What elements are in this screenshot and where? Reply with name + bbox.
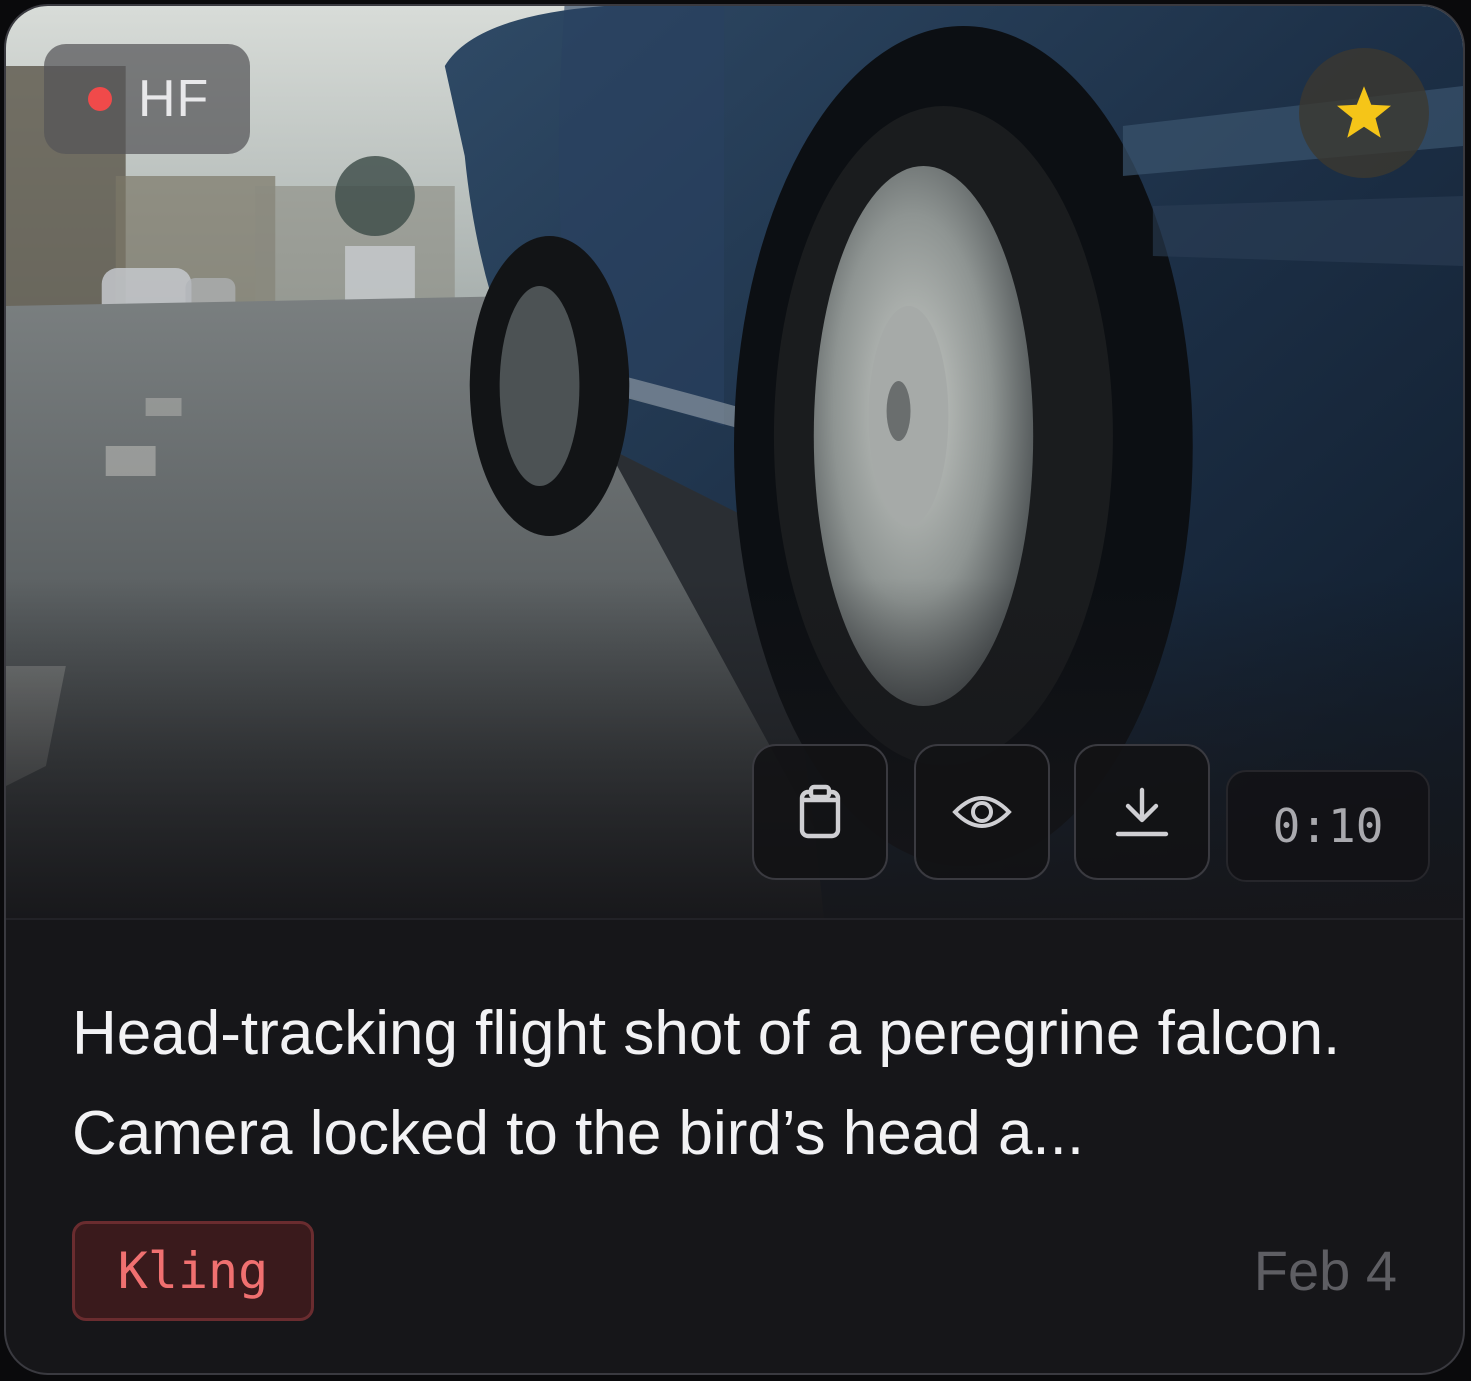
video-card[interactable]: HF 0:10 Head-tracking flight shot of a p… — [4, 4, 1465, 1375]
prompt-text: Head-tracking flight shot of a peregrine… — [72, 999, 1341, 1168]
copy-button[interactable] — [752, 744, 888, 880]
clipboard-icon — [799, 784, 841, 839]
divider — [6, 918, 1463, 920]
download-icon — [1115, 787, 1169, 837]
eye-icon — [952, 796, 1012, 828]
video-duration: 0:10 — [1226, 770, 1430, 882]
created-date: Feb 4 — [1253, 1239, 1397, 1302]
download-button[interactable] — [1074, 744, 1210, 880]
live-dot-icon — [88, 87, 112, 111]
video-thumbnail[interactable]: HF 0:10 — [6, 6, 1463, 918]
model-tag[interactable]: Kling — [72, 1221, 314, 1321]
source-badge-label: HF — [138, 70, 210, 128]
star-icon — [1337, 86, 1391, 138]
source-badge: HF — [44, 44, 250, 154]
favorite-button[interactable] — [1299, 48, 1429, 178]
preview-button[interactable] — [914, 744, 1050, 880]
